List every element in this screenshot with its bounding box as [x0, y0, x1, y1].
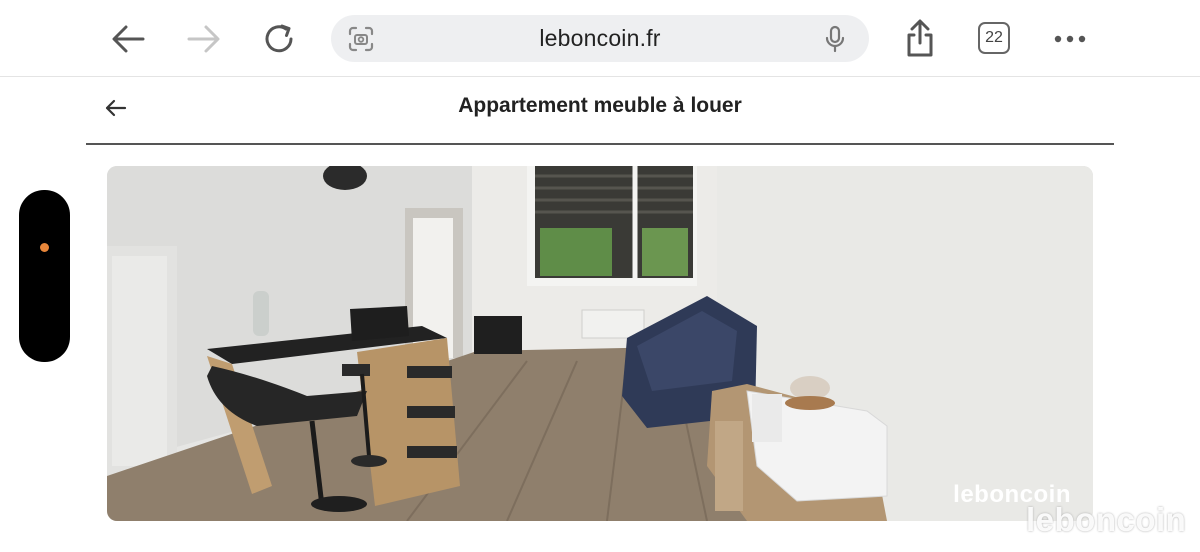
- side-drawer-handle[interactable]: [19, 190, 70, 362]
- page-title: Appartement meuble à louer: [458, 94, 742, 117]
- apartment-room-image: [107, 166, 1093, 521]
- listing-photo[interactable]: leboncoin: [107, 166, 1093, 521]
- tab-count-button[interactable]: 22: [978, 22, 1010, 54]
- page-header: Appartement meuble à louer: [86, 80, 1114, 145]
- notification-dot: [40, 243, 49, 252]
- overlay-watermark: leboncoin: [1026, 501, 1187, 538]
- reload-button[interactable]: [260, 20, 300, 58]
- share-icon: [907, 19, 933, 57]
- forward-button[interactable]: [184, 20, 224, 58]
- forward-arrow-icon: [187, 25, 220, 53]
- more-button[interactable]: [1050, 20, 1090, 58]
- back-arrow-icon: [112, 25, 145, 53]
- browser-toolbar: leboncoin.fr 22: [0, 0, 1200, 77]
- address-bar[interactable]: leboncoin.fr: [331, 15, 869, 62]
- url-text[interactable]: leboncoin.fr: [331, 15, 869, 62]
- voice-search-button[interactable]: [823, 25, 847, 58]
- reload-icon: [265, 24, 293, 53]
- more-icon: [1054, 35, 1086, 43]
- share-button[interactable]: [900, 19, 940, 58]
- back-button[interactable]: [108, 20, 148, 58]
- microphone-icon: [825, 25, 845, 53]
